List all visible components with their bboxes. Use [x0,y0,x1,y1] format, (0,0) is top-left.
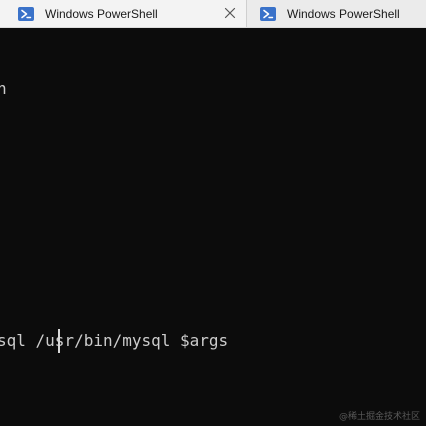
windows-terminal-window: Windows PowerShell Windows PowerShell h … [0,0,426,426]
terminal-line: h [0,79,7,98]
close-icon[interactable] [223,6,237,20]
powershell-icon [260,6,276,21]
tab-title: Windows PowerShell [45,6,158,21]
terminal-command-line: sql /usr/bin/mysql $args [0,331,229,350]
tab-title: Windows PowerShell [287,6,400,21]
tab-bar: Windows PowerShell Windows PowerShell [0,0,426,28]
text-cursor [58,329,60,353]
powershell-icon [18,6,34,21]
tab-powershell-2[interactable]: Windows PowerShell [246,0,426,27]
watermark: @稀土掘金技术社区 [338,412,420,422]
terminal-output[interactable]: h sql /usr/bin/mysql $args @稀土掘金技术社区 [0,28,426,426]
tab-powershell-1[interactable]: Windows PowerShell [0,0,246,27]
